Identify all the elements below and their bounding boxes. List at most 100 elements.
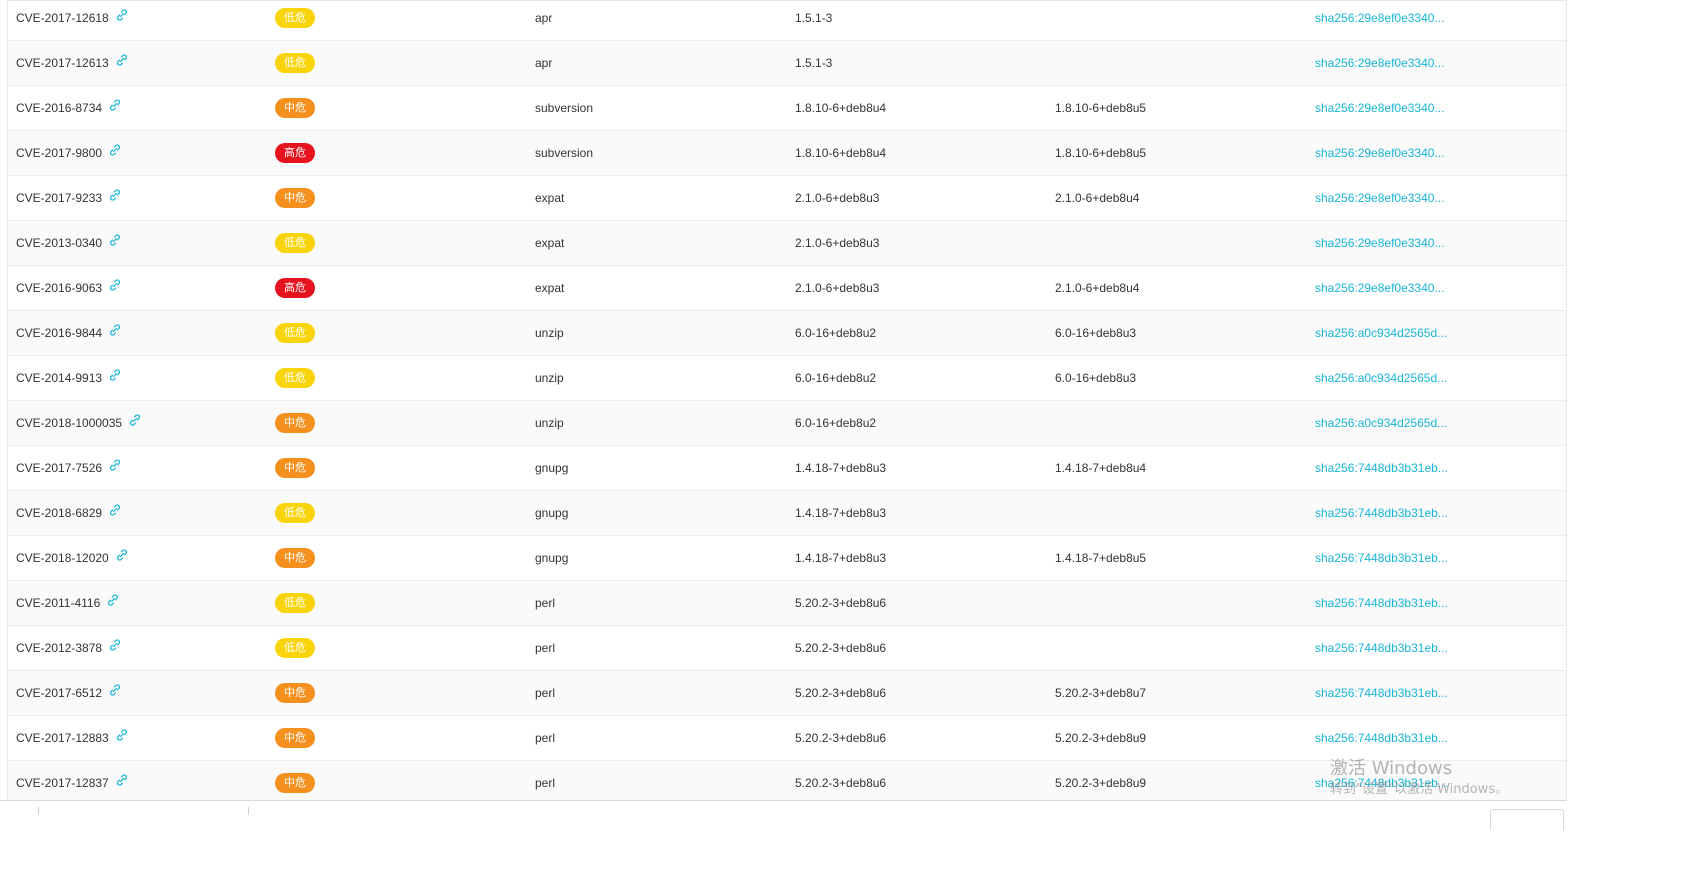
severity-badge: 中危 xyxy=(275,187,315,208)
layer-digest-link[interactable]: sha256:7448db3b31eb... xyxy=(1315,626,1555,670)
layer-digest-link[interactable]: sha256:7448db3b31eb... xyxy=(1315,761,1555,801)
external-link-icon[interactable] xyxy=(108,638,122,652)
layer-digest-link[interactable]: sha256:7448db3b31eb... xyxy=(1315,446,1555,490)
external-link-icon[interactable] xyxy=(115,8,129,22)
cve-id: CVE-2018-12020 xyxy=(16,551,109,565)
external-link-icon[interactable] xyxy=(108,683,122,697)
external-link-icon[interactable] xyxy=(115,728,129,742)
severity-badge: 中危 xyxy=(275,727,315,748)
cve-id: CVE-2018-6829 xyxy=(16,506,103,520)
cve-cell: CVE-2017-9800 xyxy=(16,131,266,175)
layer-digest-link[interactable]: sha256:7448db3b31eb... xyxy=(1315,491,1555,535)
external-link-icon[interactable] xyxy=(108,323,122,337)
cve-cell: CVE-2017-9233 xyxy=(16,176,266,220)
cve-id: CVE-2016-9844 xyxy=(16,326,103,340)
severity-cell: 中危 xyxy=(275,536,355,580)
external-link-icon[interactable] xyxy=(106,593,120,607)
external-link-icon[interactable] xyxy=(108,278,122,292)
fixed-version xyxy=(1055,401,1295,445)
table-row: CVE-2012-3878 低危 perl 5.20.2-3+deb8u6 sha256… xyxy=(8,626,1566,671)
package-name: gnupg xyxy=(535,461,569,475)
severity-cell: 低危 xyxy=(275,581,355,625)
table-row: CVE-2016-9063 高危 expat 2.1.0-6+deb8u3 2.1.0-… xyxy=(8,266,1566,311)
page-size-select[interactable] xyxy=(1490,809,1564,830)
layer-digest-link[interactable]: sha256:7448db3b31eb... xyxy=(1315,581,1555,625)
pagination-bar xyxy=(0,800,1567,883)
severity-cell: 低危 xyxy=(275,1,355,40)
cve-cell: CVE-2016-8734 xyxy=(16,86,266,130)
package-name: gnupg xyxy=(535,551,569,565)
external-link-icon[interactable] xyxy=(108,458,122,472)
severity-badge: 高危 xyxy=(275,142,315,163)
cve-cell: CVE-2016-9063 xyxy=(16,266,266,310)
table-row: CVE-2014-9913 低危 unzip 6.0-16+deb8u2 6.0-16+… xyxy=(8,356,1566,401)
external-link-icon[interactable] xyxy=(108,188,122,202)
installed-version: 6.0-16+deb8u2 xyxy=(795,326,877,340)
vulnerability-table: CVE-2017-12618 低危 apr 1.5.1-3 sha256:29e8ef0… xyxy=(7,0,1567,801)
package-name: apr xyxy=(535,56,553,70)
installed-version: 1.8.10-6+deb8u4 xyxy=(795,101,887,115)
layer-digest-link[interactable]: sha256:7448db3b31eb... xyxy=(1315,536,1555,580)
layer-digest-link[interactable]: sha256:29e8ef0e3340... xyxy=(1315,131,1555,175)
layer-digest-link[interactable]: sha256:7448db3b31eb... xyxy=(1315,671,1555,715)
installed-version: 1.5.1-3 xyxy=(795,56,833,70)
table-row: CVE-2017-6512 中危 perl 5.20.2-3+deb8u6 5.20.2… xyxy=(8,671,1566,716)
layer-digest-link[interactable]: sha256:29e8ef0e3340... xyxy=(1315,221,1555,265)
installed-version: 2.1.0-6+deb8u3 xyxy=(795,281,880,295)
external-link-icon[interactable] xyxy=(115,53,129,67)
layer-digest-link[interactable]: sha256:29e8ef0e3340... xyxy=(1315,266,1555,310)
external-link-icon[interactable] xyxy=(115,548,129,562)
package-name: perl xyxy=(535,686,556,700)
package-name: perl xyxy=(535,776,556,790)
layer-digest-link[interactable]: sha256:29e8ef0e3340... xyxy=(1315,176,1555,220)
external-link-icon[interactable] xyxy=(108,368,122,382)
installed-version: 5.20.2-3+deb8u6 xyxy=(795,686,887,700)
package-name: perl xyxy=(535,596,556,610)
table-row: CVE-2018-12020 中危 gnupg 1.4.18-7+deb8u3 1.4.… xyxy=(8,536,1566,581)
package-name: subversion xyxy=(535,101,594,115)
cve-cell: CVE-2011-4116 xyxy=(16,581,266,625)
external-link-icon[interactable] xyxy=(115,773,129,787)
fixed-version: 1.4.18-7+deb8u5 xyxy=(1055,551,1147,565)
severity-cell: 中危 xyxy=(275,176,355,220)
fixed-version: 5.20.2-3+deb8u9 xyxy=(1055,776,1147,790)
fixed-version xyxy=(1055,41,1295,85)
installed-version: 6.0-16+deb8u2 xyxy=(795,416,877,430)
cve-cell: CVE-2018-12020 xyxy=(16,536,266,580)
table-row: CVE-2011-4116 低危 perl 5.20.2-3+deb8u6 sha256… xyxy=(8,581,1566,626)
severity-badge: 中危 xyxy=(275,457,315,478)
severity-cell: 中危 xyxy=(275,716,355,760)
installed-version: 5.20.2-3+deb8u6 xyxy=(795,596,887,610)
table-row: CVE-2017-12837 中危 perl 5.20.2-3+deb8u6 5.20.… xyxy=(8,761,1566,801)
installed-version: 2.1.0-6+deb8u3 xyxy=(795,191,880,205)
table-row: CVE-2017-12613 低危 apr 1.5.1-3 sha256:29e8ef0… xyxy=(8,41,1566,86)
pagination-divider xyxy=(38,807,39,815)
fixed-version: 2.1.0-6+deb8u4 xyxy=(1055,281,1140,295)
cve-cell: CVE-2018-1000035 xyxy=(16,401,266,445)
layer-digest-link[interactable]: sha256:7448db3b31eb... xyxy=(1315,716,1555,760)
external-link-icon[interactable] xyxy=(108,503,122,517)
external-link-icon[interactable] xyxy=(128,413,142,427)
installed-version: 1.4.18-7+deb8u3 xyxy=(795,506,887,520)
cve-id: CVE-2017-7526 xyxy=(16,461,103,475)
installed-version: 2.1.0-6+deb8u3 xyxy=(795,236,880,250)
installed-version: 6.0-16+deb8u2 xyxy=(795,371,877,385)
table-row: CVE-2016-8734 中危 subversion 1.8.10-6+deb8u4… xyxy=(8,86,1566,131)
severity-cell: 中危 xyxy=(275,446,355,490)
layer-digest-link[interactable]: sha256:29e8ef0e3340... xyxy=(1315,1,1555,40)
layer-digest-link[interactable]: sha256:a0c934d2565d... xyxy=(1315,401,1555,445)
fixed-version: 1.4.18-7+deb8u4 xyxy=(1055,461,1147,475)
package-name: unzip xyxy=(535,416,564,430)
layer-digest-link[interactable]: sha256:a0c934d2565d... xyxy=(1315,356,1555,400)
external-link-icon[interactable] xyxy=(108,143,122,157)
layer-digest-link[interactable]: sha256:29e8ef0e3340... xyxy=(1315,86,1555,130)
external-link-icon[interactable] xyxy=(108,233,122,247)
cve-id: CVE-2016-9063 xyxy=(16,281,103,295)
table-row: CVE-2017-12883 中危 perl 5.20.2-3+deb8u6 5.20.… xyxy=(8,716,1566,761)
cve-id: CVE-2014-9913 xyxy=(16,371,103,385)
installed-version: 1.4.18-7+deb8u3 xyxy=(795,551,887,565)
layer-digest-link[interactable]: sha256:a0c934d2565d... xyxy=(1315,311,1555,355)
layer-digest-link[interactable]: sha256:29e8ef0e3340... xyxy=(1315,41,1555,85)
external-link-icon[interactable] xyxy=(108,98,122,112)
cve-cell: CVE-2017-12837 xyxy=(16,761,266,801)
